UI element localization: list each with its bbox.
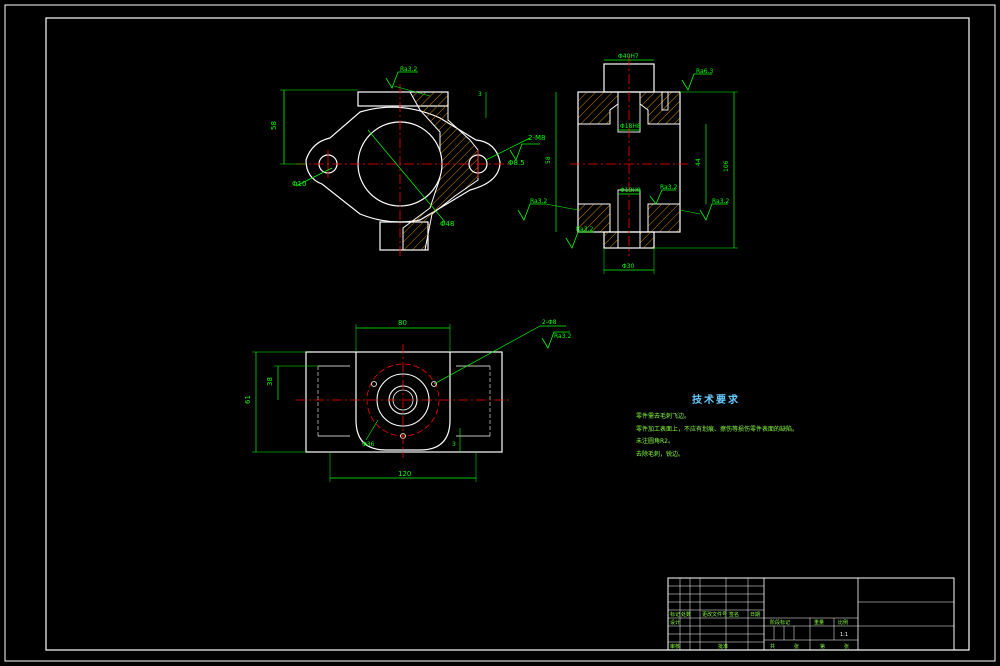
side-dim-mid: Φ18H8 xyxy=(620,123,641,130)
side-hatch-br xyxy=(639,231,655,249)
front-rough: Ra3.2 xyxy=(554,333,571,340)
tb-label-total: 共 xyxy=(770,643,775,650)
tb-label-date: 日期 xyxy=(750,612,760,618)
top-rough-label: Ra3.2 xyxy=(400,66,417,73)
tb-label-sheets-1: 张 xyxy=(794,643,799,650)
front-dim-bottom: 120 xyxy=(398,470,411,478)
drawing-sheet: 58 Φ10 Φ48 2-M8 Φ8.5 Ra3.2 3 Φ40H7 Φ18H8… xyxy=(0,0,1000,666)
front-dim-left2: 38 xyxy=(266,377,274,386)
tb-label-weight: 重量 xyxy=(814,619,824,626)
tb-label-sheets-2: 张 xyxy=(844,643,849,650)
tech-req-line-2: 零件加工表面上，不应有划痕、擦伤等损伤零件表面的缺陷。 xyxy=(636,425,798,433)
side-rough-l: Ra3.2 xyxy=(530,198,547,205)
side-rough-top: Ra6.3 xyxy=(696,68,713,75)
top-dim-hole: Φ10 xyxy=(292,180,306,188)
tb-label-stage: 阶段标记 xyxy=(770,619,790,626)
side-rough-r: Ra3.2 xyxy=(712,198,729,205)
side-dim-bottom: Φ30 xyxy=(622,263,635,270)
top-dim-thread: 2-M8 xyxy=(528,134,545,142)
side-dim-left: 58 xyxy=(545,156,552,164)
tb-scale: 1:1 xyxy=(840,632,848,638)
tech-req-title: 技术要求 xyxy=(692,393,740,406)
tech-req-line-3: 未注圆角R2。 xyxy=(636,437,674,445)
sheet-background xyxy=(0,0,1000,666)
side-dim-top: Φ40H7 xyxy=(618,53,639,60)
side-dim-r2: 106 xyxy=(723,160,730,172)
side-hatch-lr xyxy=(647,203,681,233)
tb-label-doc: 更改文件号 xyxy=(702,611,727,618)
side-rough-bl: Ra3.2 xyxy=(576,226,593,233)
top-dim-58: 58 xyxy=(270,121,278,130)
side-hatch-bl xyxy=(603,231,619,249)
front-dim-left: 61 xyxy=(244,395,252,404)
front-dim-small: 3 xyxy=(452,441,456,448)
tb-label-mark: 标记 xyxy=(670,611,680,618)
tb-label-check: 审核 xyxy=(670,643,680,650)
tb-label-scale: 比例 xyxy=(838,619,848,626)
side-dim-low: Φ18H8 xyxy=(620,187,641,194)
tb-label-design: 设计 xyxy=(670,619,680,626)
tb-label-sign: 签名 xyxy=(729,611,739,618)
tech-req-line-4: 去除毛刺，锐边。 xyxy=(636,450,684,458)
tb-label-count: 处数 xyxy=(681,611,691,618)
tech-req-line-1: 零件需去毛刺飞边。 xyxy=(636,412,690,420)
top-dim-small: 3 xyxy=(478,91,482,98)
top-dim-bore: Φ48 xyxy=(440,220,454,228)
side-dim-r1: 44 xyxy=(695,158,702,166)
tb-label-approve: 批准 xyxy=(718,643,728,650)
tb-label-page: 第 xyxy=(820,643,825,650)
front-dim-bore: Φ36 xyxy=(362,441,375,448)
front-dim-holes: 2-Φ8 xyxy=(542,319,557,326)
side-rough-mid: Ra3.2 xyxy=(660,184,677,191)
front-dim-top: 80 xyxy=(398,319,407,327)
